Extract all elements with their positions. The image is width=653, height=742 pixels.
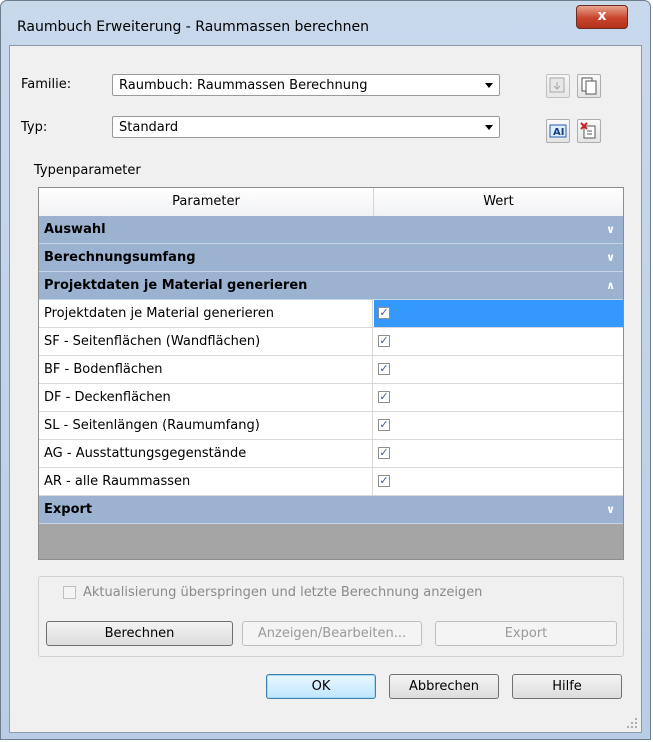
checkbox[interactable]: ✓: [378, 447, 390, 459]
column-header-parameter[interactable]: Parameter: [39, 188, 374, 216]
checkbox[interactable]: ✓: [378, 391, 390, 403]
typ-dropdown[interactable]: Standard: [112, 116, 500, 138]
param-name: Projektdaten je Material generieren: [39, 300, 373, 328]
param-value-cell[interactable]: ✓: [374, 468, 623, 495]
chevron-collapse-icon: ∧: [606, 279, 615, 292]
group-label: Export: [44, 502, 93, 517]
load-family-button[interactable]: [546, 74, 570, 98]
skip-update-checkbox[interactable]: [63, 586, 76, 599]
checkbox[interactable]: ✓: [378, 307, 390, 319]
duplicate-type-button[interactable]: [577, 74, 601, 98]
familie-dropdown[interactable]: Raumbuch: Raummassen Berechnung: [112, 74, 500, 96]
hilfe-button[interactable]: Hilfe: [512, 674, 622, 699]
parameter-grid: Parameter Wert Auswahl ∨ Berechnungsumfa…: [38, 187, 624, 560]
abbrechen-button[interactable]: Abbrechen: [389, 674, 499, 699]
skip-update-label: Aktualisierung überspringen und letzte B…: [83, 585, 483, 600]
delete-type-button[interactable]: [577, 119, 601, 143]
title-bar[interactable]: Raumbuch Erweiterung - Raummassen berech…: [1, 1, 650, 45]
param-name: DF - Deckenflächen: [39, 384, 373, 412]
group-export[interactable]: Export ∨: [39, 496, 623, 524]
param-name: SF - Seitenflächen (Wandflächen): [39, 328, 373, 356]
group-label: Berechnungsumfang: [44, 250, 196, 265]
rename-icon: AI: [549, 124, 567, 138]
familie-value: Raumbuch: Raummassen Berechnung: [119, 78, 368, 93]
table-row[interactable]: SF - Seitenflächen (Wandflächen) ✓: [39, 328, 623, 356]
ok-button[interactable]: OK: [266, 674, 376, 699]
param-name: AG - Ausstattungsgegenstände: [39, 440, 373, 468]
typ-value: Standard: [119, 120, 179, 135]
svg-text:AI: AI: [553, 127, 564, 138]
delete-icon: [580, 122, 596, 139]
berechnen-button[interactable]: Berechnen: [46, 621, 233, 646]
options-panel: Aktualisierung überspringen und letzte B…: [38, 576, 624, 657]
param-value-cell[interactable]: ✓: [374, 412, 623, 439]
table-row[interactable]: AG - Ausstattungsgegenstände ✓: [39, 440, 623, 468]
chevron-down-icon: [485, 83, 493, 88]
group-auswahl[interactable]: Auswahl ∨: [39, 216, 623, 244]
param-value-cell[interactable]: ✓: [374, 440, 623, 467]
chevron-expand-icon: ∨: [606, 223, 615, 236]
window-title: Raumbuch Erweiterung - Raummassen berech…: [17, 19, 370, 35]
checkbox[interactable]: ✓: [378, 475, 390, 487]
duplicate-icon: [581, 77, 597, 95]
typenparameter-label: Typenparameter: [34, 163, 141, 178]
checkbox[interactable]: ✓: [378, 419, 390, 431]
table-row[interactable]: SL - Seitenlängen (Raumumfang) ✓: [39, 412, 623, 440]
param-value-cell[interactable]: ✓: [374, 384, 623, 411]
group-projektdaten[interactable]: Projektdaten je Material generieren ∧: [39, 272, 623, 300]
table-row[interactable]: AR - alle Raummassen ✓: [39, 468, 623, 496]
anzeigen-bearbeiten-button[interactable]: Anzeigen/Bearbeiten...: [242, 621, 422, 646]
param-value-cell[interactable]: ✓: [374, 300, 623, 327]
chevron-expand-icon: ∨: [606, 251, 615, 264]
chevron-expand-icon: ∨: [606, 503, 615, 516]
dialog-window: Raumbuch Erweiterung - Raummassen berech…: [0, 0, 651, 740]
rename-type-button[interactable]: AI: [546, 119, 570, 143]
param-name: SL - Seitenlängen (Raumumfang): [39, 412, 373, 440]
resize-grip-icon[interactable]: [626, 717, 638, 729]
grid-header: Parameter Wert: [39, 188, 623, 217]
group-label: Auswahl: [44, 222, 106, 237]
table-row[interactable]: BF - Bodenflächen ✓: [39, 356, 623, 384]
familie-label: Familie:: [21, 77, 72, 92]
chevron-down-icon: [485, 125, 493, 130]
param-name: BF - Bodenflächen: [39, 356, 373, 384]
export-button[interactable]: Export: [435, 621, 617, 646]
param-value-cell[interactable]: ✓: [374, 328, 623, 355]
checkbox[interactable]: ✓: [378, 363, 390, 375]
param-name: AR - alle Raummassen: [39, 468, 373, 496]
table-row[interactable]: Projektdaten je Material generieren ✓: [39, 300, 623, 328]
load-family-icon: [549, 77, 565, 93]
group-label: Projektdaten je Material generieren: [44, 278, 308, 293]
param-value-cell[interactable]: ✓: [374, 356, 623, 383]
close-button[interactable]: x: [576, 5, 628, 29]
group-berechnungsumfang[interactable]: Berechnungsumfang ∨: [39, 244, 623, 272]
typ-label: Typ:: [21, 120, 48, 135]
column-header-wert[interactable]: Wert: [374, 188, 623, 216]
dialog-client-area: Familie: Raumbuch: Raummassen Berechnung…: [9, 45, 642, 733]
table-row[interactable]: DF - Deckenflächen ✓: [39, 384, 623, 412]
checkbox[interactable]: ✓: [378, 335, 390, 347]
